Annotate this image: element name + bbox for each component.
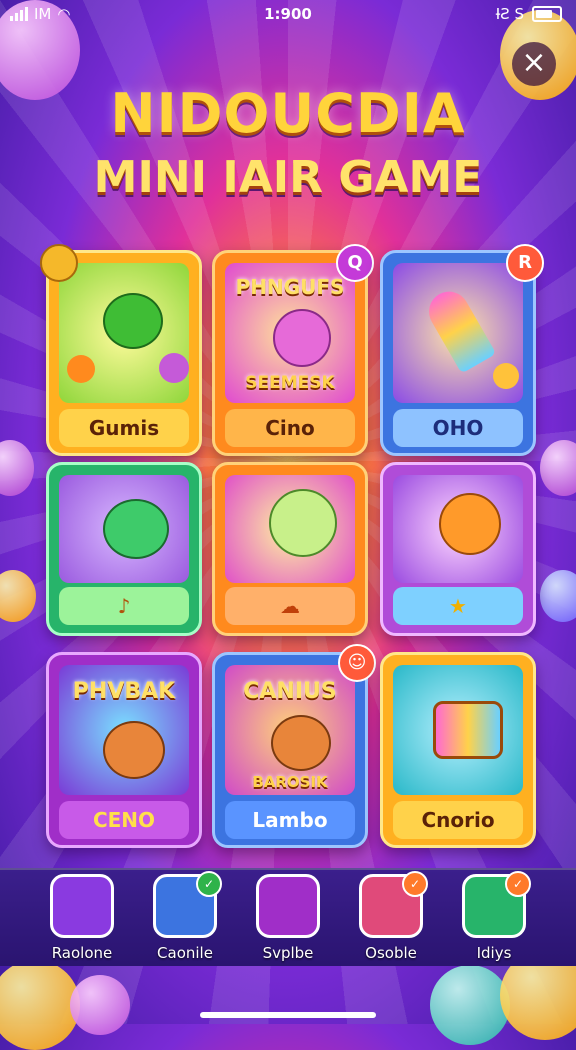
blob-creature-icon: ✓	[462, 871, 531, 938]
game-card-ceno[interactable]: PHVBAK CENO	[46, 652, 202, 848]
game-card-label: ☁	[225, 587, 355, 625]
status-time: 1:900	[264, 5, 312, 23]
coin-icon	[40, 244, 78, 282]
card-badge: Q	[336, 244, 374, 282]
dock-label: Caonile	[157, 944, 213, 962]
card-badge: ☺	[338, 644, 376, 682]
dock-item-caonile[interactable]: ✓ Caonile	[135, 870, 235, 962]
status-bar: IM ◠ 1:900 ƗƧ S	[0, 0, 576, 28]
battery-icon	[532, 6, 562, 22]
dock-badge: ✓	[505, 871, 531, 897]
card-art-title: PHVBAK	[72, 679, 176, 704]
dock-label: Osoble	[365, 944, 417, 962]
dock-label: Svplbe	[262, 944, 314, 962]
dock-item-idiys[interactable]: ✓ Idiys	[444, 870, 544, 962]
game-card-art	[59, 263, 189, 403]
balloon-decoration	[70, 975, 130, 1035]
game-card-art: PHNGUFS SEEMESK	[225, 263, 355, 403]
game-card-label: Lambo	[225, 801, 355, 839]
game-card-oho[interactable]: OHO	[380, 250, 536, 456]
robot-icon	[433, 701, 503, 759]
dock-badge: ✓	[196, 871, 222, 897]
game-card-art: CANIUS BAROSIK	[225, 665, 355, 795]
game-card-lambo[interactable]: CANIUS BAROSIK Lambo	[212, 652, 368, 848]
game-card-label: OHO	[393, 409, 523, 447]
close-icon: ×	[521, 45, 547, 80]
game-card-label: Gumis	[59, 409, 189, 447]
game-card-shell[interactable]: ★	[380, 462, 536, 636]
card-badge: R	[506, 244, 544, 282]
card-art-title: PHNGUFS	[235, 275, 345, 299]
green-fish-icon	[103, 499, 169, 559]
ice-cream-icon	[421, 284, 497, 374]
purple-monster-icon	[159, 353, 189, 383]
card-art-subtitle: BAROSIK	[252, 773, 328, 791]
game-card-art	[393, 475, 523, 583]
balloon-decoration	[0, 960, 80, 1050]
bear-icon	[103, 721, 165, 779]
pink-pig-icon	[273, 309, 331, 367]
dock-item-raolone[interactable]: Raolone	[32, 870, 132, 962]
game-card-star[interactable]: ☁	[212, 462, 368, 636]
card-art-title: CANIUS	[243, 679, 337, 704]
cupcake-icon: ✓	[153, 871, 222, 938]
bottom-dock: Raolone ✓ Caonile Svplbe ✓ Osoble ✓ Idiy…	[0, 868, 576, 966]
dock-label: Idiys	[476, 944, 512, 962]
dock-item-svplbe[interactable]: Svplbe	[238, 870, 338, 962]
game-card-art	[393, 665, 523, 795]
hamster-icon	[271, 715, 331, 771]
game-card-art: PHVBAK	[59, 665, 189, 795]
game-card-music[interactable]: ♪	[46, 462, 202, 636]
close-button[interactable]: ×	[512, 42, 556, 86]
game-card-gumis[interactable]: Gumis	[46, 250, 202, 456]
status-right-text: ƗƧ S	[495, 5, 524, 23]
dock-badge: ✓	[402, 871, 428, 897]
dock-item-osoble[interactable]: ✓ Osoble	[341, 870, 441, 962]
dock-label: Raolone	[51, 944, 113, 962]
game-card-art	[225, 475, 355, 583]
game-card-label: ★	[393, 587, 523, 625]
green-monster-icon	[103, 293, 163, 349]
orange-monster-icon	[67, 355, 95, 383]
game-title: NIDOUCDIA	[110, 82, 466, 145]
game-card-label: CENO	[59, 801, 189, 839]
game-card-cnorio[interactable]: Cnorio	[380, 652, 536, 848]
game-card-cino[interactable]: PHNGUFS SEEMESK Cino	[212, 250, 368, 456]
picture-frame-icon: ✓	[359, 871, 428, 938]
sun-icon	[50, 874, 114, 938]
game-card-label: ♪	[59, 587, 189, 625]
star-creature-icon	[269, 489, 337, 557]
game-card-art	[393, 263, 523, 403]
snail-icon	[439, 493, 501, 555]
game-card-label: Cnorio	[393, 801, 523, 839]
sun-creature-icon	[493, 363, 519, 389]
game-subtitle: MINI IAIR GAME	[93, 152, 483, 203]
balloon-decoration	[430, 965, 510, 1045]
music-note-icon	[256, 874, 320, 938]
game-card-art	[59, 475, 189, 583]
home-indicator[interactable]	[200, 1012, 376, 1018]
game-card-label: Cino	[225, 409, 355, 447]
card-art-subtitle: SEEMESK	[245, 373, 335, 393]
